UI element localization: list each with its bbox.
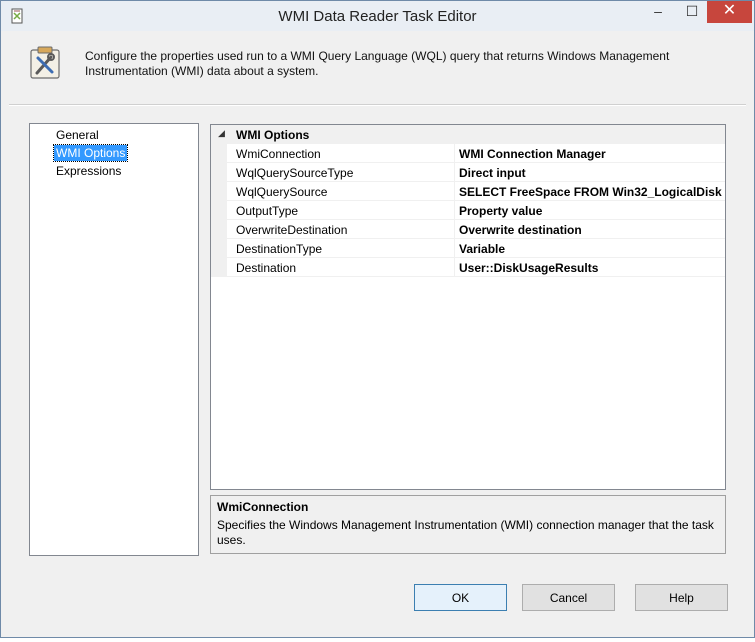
row-gutter: [211, 239, 227, 258]
category-row[interactable]: ◢ WMI Options: [211, 125, 725, 144]
property-row[interactable]: DestinationType Variable: [211, 239, 725, 258]
property-row[interactable]: OverwriteDestination Overwrite destinati…: [211, 220, 725, 239]
property-name: OverwriteDestination: [236, 223, 348, 237]
column-divider: [454, 182, 455, 201]
minimize-button[interactable]: –: [643, 1, 673, 23]
property-value[interactable]: Variable: [459, 242, 725, 256]
column-divider: [454, 163, 455, 182]
column-divider: [454, 239, 455, 258]
nav-item-wmi-options[interactable]: WMI Options: [52, 144, 129, 162]
property-name: OutputType: [236, 204, 299, 218]
nav-item-expressions[interactable]: Expressions: [54, 163, 123, 179]
description-panel: WmiConnection Specifies the Windows Mana…: [210, 495, 726, 554]
property-name: DestinationType: [236, 242, 323, 256]
property-value[interactable]: User::DiskUsageResults: [459, 261, 725, 275]
column-divider: [454, 220, 455, 239]
description-text: Specifies the Windows Management Instrum…: [217, 518, 714, 547]
property-row[interactable]: OutputType Property value: [211, 201, 725, 220]
window-title: WMI Data Reader Task Editor: [278, 8, 477, 25]
row-gutter: [211, 258, 227, 277]
property-value[interactable]: Direct input: [459, 166, 725, 180]
column-divider: [454, 258, 455, 277]
task-properties-icon: [30, 46, 60, 79]
dialog-window: WMI Data Reader Task Editor – ☐ ✕ Config…: [0, 0, 755, 638]
property-value[interactable]: WMI Connection Manager: [459, 147, 725, 161]
property-name: Destination: [236, 261, 297, 275]
header-description: Configure the properties used run to a W…: [85, 49, 670, 78]
property-row[interactable]: WqlQuerySource SELECT FreeSpace FROM Win…: [211, 182, 725, 201]
nav-item-general[interactable]: General: [54, 127, 101, 143]
property-value[interactable]: SELECT FreeSpace FROM Win32_LogicalDisk …: [459, 185, 725, 199]
property-name: WqlQuerySource: [236, 185, 328, 199]
cancel-button[interactable]: Cancel: [522, 584, 615, 611]
maximize-button[interactable]: ☐: [677, 1, 707, 23]
row-gutter: [211, 163, 227, 182]
close-button[interactable]: ✕: [707, 1, 752, 23]
page-list[interactable]: General WMI Options Expressions: [29, 123, 199, 556]
property-grid[interactable]: ◢ WMI Options WmiConnection WMI Connecti…: [210, 124, 726, 490]
property-row[interactable]: Destination User::DiskUsageResults: [211, 258, 725, 277]
column-divider: [454, 144, 455, 163]
help-button[interactable]: Help: [635, 584, 728, 611]
property-value[interactable]: Property value: [459, 204, 725, 218]
property-row[interactable]: WqlQuerySourceType Direct input: [211, 163, 725, 182]
property-name: WqlQuerySourceType: [236, 166, 354, 180]
ok-button[interactable]: OK: [414, 584, 507, 611]
row-divider: [227, 276, 725, 277]
row-gutter: [211, 201, 227, 220]
property-name: WmiConnection: [236, 147, 321, 161]
property-row[interactable]: WmiConnection WMI Connection Manager: [211, 144, 725, 163]
row-gutter: [211, 182, 227, 201]
row-gutter: [211, 220, 227, 239]
title-bar[interactable]: WMI Data Reader Task Editor – ☐ ✕: [1, 1, 754, 31]
collapse-arrow-icon[interactable]: ◢: [218, 128, 225, 139]
property-value[interactable]: Overwrite destination: [459, 223, 725, 237]
column-divider: [454, 201, 455, 220]
row-gutter: [211, 144, 227, 163]
description-title: WmiConnection: [217, 500, 309, 514]
category-label: WMI Options: [236, 128, 310, 142]
header-divider: [9, 104, 746, 106]
